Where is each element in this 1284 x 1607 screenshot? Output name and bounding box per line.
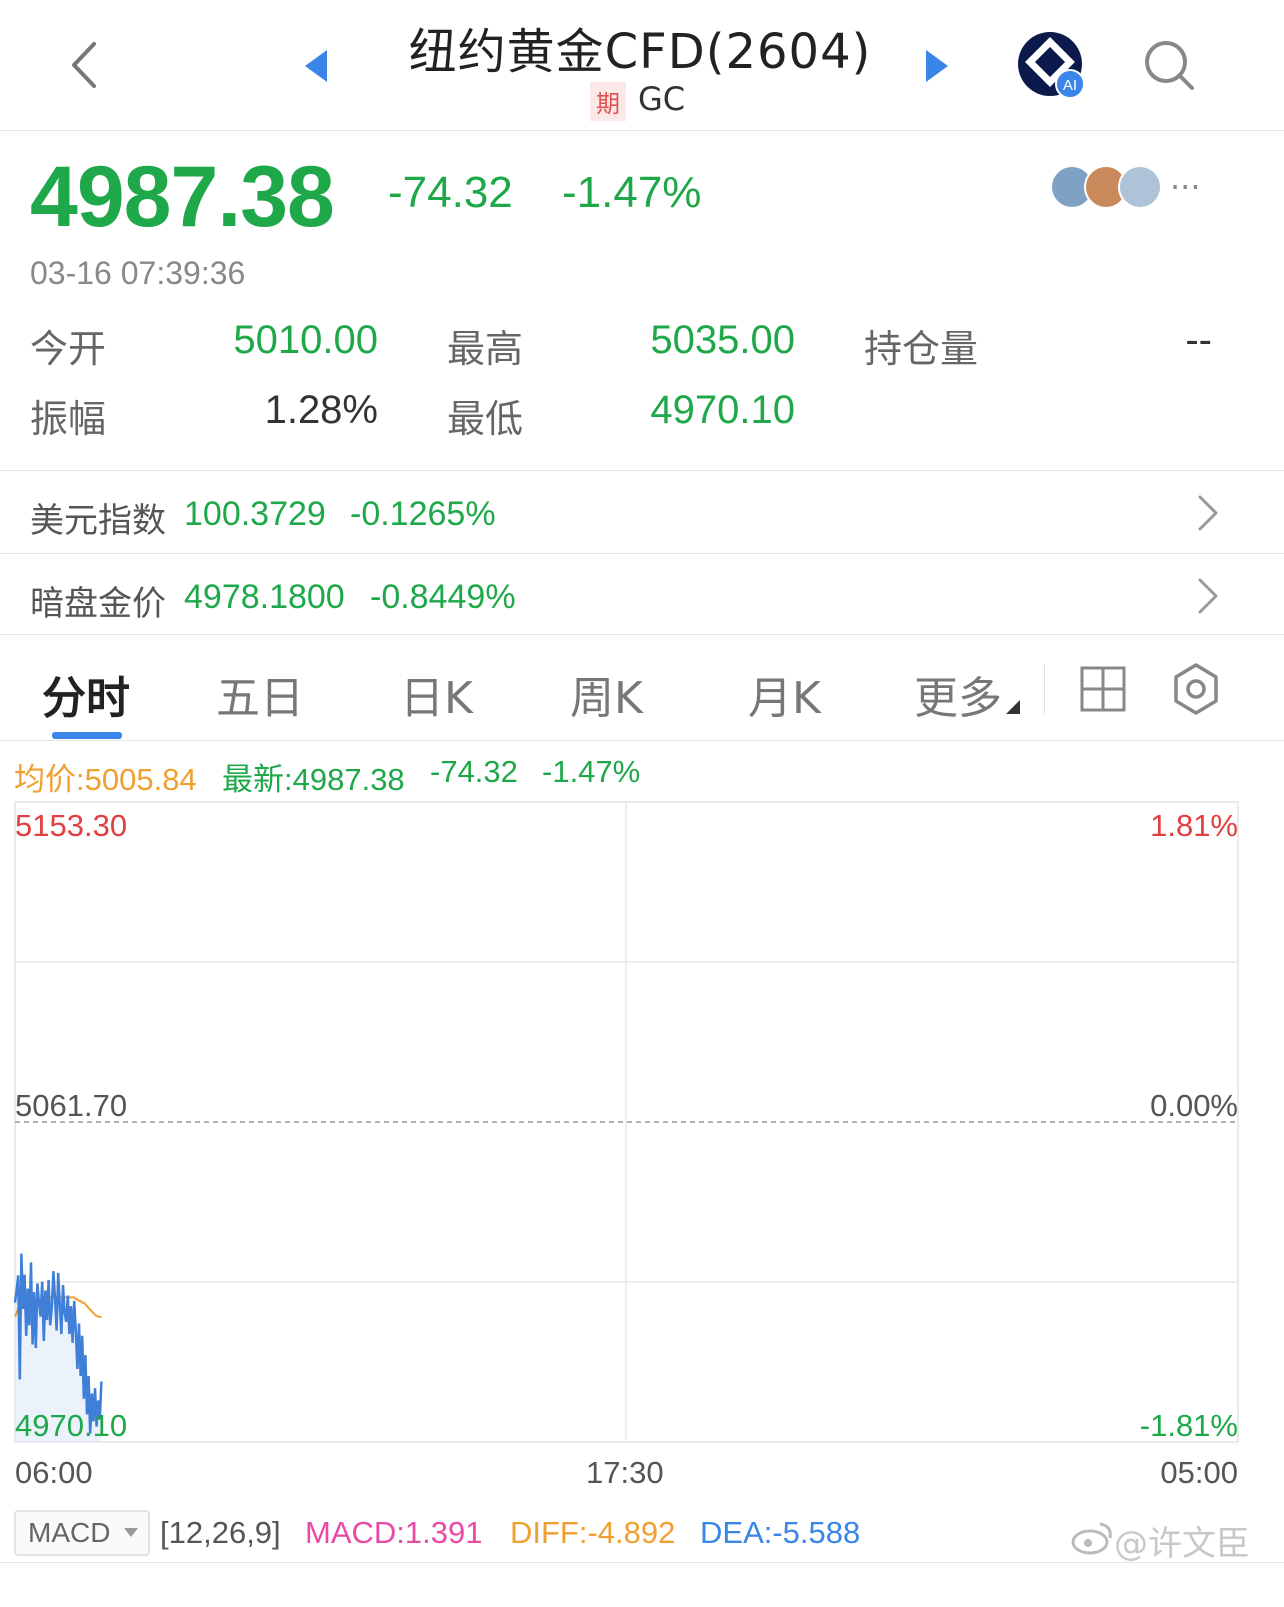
ai-badge-text: AI xyxy=(1063,77,1077,94)
tab-more[interactable]: 更多 xyxy=(914,662,1002,726)
related-row-usd-index[interactable]: 美元指数 100.3729 -0.1265% xyxy=(0,471,1284,553)
amplitude-value: 1.28% xyxy=(264,388,378,432)
open-interest-value: -- xyxy=(1185,318,1212,362)
chevron-right-icon xyxy=(1198,578,1218,614)
amplitude-label: 振幅 xyxy=(30,397,107,441)
avatar xyxy=(1118,165,1162,209)
high-label: 最高 xyxy=(447,327,524,371)
avg-price-legend: 均价:5005.84 xyxy=(14,762,197,797)
high-value: 5035.00 xyxy=(650,318,795,362)
related-label: 暗盘金价 xyxy=(30,584,166,624)
watermark-text: @许文臣 xyxy=(1114,1524,1250,1564)
symbol-label: GC xyxy=(638,80,686,118)
price-change: -74.32 xyxy=(388,168,513,217)
dropdown-corner-icon xyxy=(1006,700,1020,714)
tab-intraday[interactable]: 分时 xyxy=(42,662,130,726)
active-tab-indicator xyxy=(52,732,122,739)
app-header: 纽约黄金CFD(2604) 期 GC AI xyxy=(0,0,1284,131)
quote-timestamp: 03-16 07:39:36 xyxy=(30,255,246,291)
price-change-percent: -1.47% xyxy=(562,168,702,217)
open-value: 5010.00 xyxy=(233,318,378,362)
y-axis-mid: 5061.70 xyxy=(15,1088,128,1123)
divider xyxy=(0,740,1284,741)
x-axis-mid: 17:30 xyxy=(586,1455,664,1490)
pct-axis-min: -1.81% xyxy=(1139,1408,1238,1443)
divider xyxy=(0,634,1284,635)
pct-axis-mid: 0.00% xyxy=(1150,1088,1238,1123)
x-axis-end: 05:00 xyxy=(1160,1455,1238,1490)
futures-badge: 期 xyxy=(590,81,626,121)
open-label: 今开 xyxy=(30,327,107,371)
chevron-down-icon xyxy=(124,1528,138,1537)
macd-value: MACD:1.391 xyxy=(305,1515,483,1550)
community-avatars[interactable] xyxy=(1050,165,1170,211)
related-percent: -0.1265% xyxy=(350,495,496,533)
last-price: 4987.38 xyxy=(30,149,335,245)
related-value: 100.3729 xyxy=(184,495,326,533)
latest-price-legend: 最新:4987.38 xyxy=(222,762,405,797)
next-instrument-icon[interactable] xyxy=(922,48,950,84)
dea-value: DEA:-5.588 xyxy=(700,1515,861,1550)
ai-assistant-icon[interactable]: AI xyxy=(1016,30,1088,102)
related-value: 4978.1800 xyxy=(184,578,345,616)
tab-monthly-k[interactable]: 月K xyxy=(748,662,821,726)
instrument-code: 期 GC xyxy=(590,80,685,121)
search-icon[interactable] xyxy=(1142,38,1198,94)
grid-layout-icon[interactable] xyxy=(1078,664,1128,714)
chevron-right-icon xyxy=(1198,495,1218,531)
diff-value: DIFF:-4.892 xyxy=(510,1515,676,1550)
weibo-logo-icon xyxy=(1071,1522,1112,1555)
settings-icon[interactable] xyxy=(1170,662,1222,716)
macd-params: [12,26,9] xyxy=(160,1515,281,1550)
percent-legend: -1.47% xyxy=(542,754,641,789)
related-row-dark-gold[interactable]: 暗盘金价 4978.1800 -0.8449% xyxy=(0,554,1284,634)
related-label: 美元指数 xyxy=(30,501,166,541)
tab-five-day[interactable]: 五日 xyxy=(216,662,304,726)
open-interest-label: 持仓量 xyxy=(864,327,979,371)
x-axis-start: 06:00 xyxy=(15,1455,93,1490)
tab-daily-k[interactable]: 日K xyxy=(400,662,473,726)
intraday-chart[interactable] xyxy=(0,800,1284,1450)
tab-weekly-k[interactable]: 周K xyxy=(570,662,643,726)
low-label: 最低 xyxy=(447,397,524,441)
back-icon[interactable] xyxy=(68,40,100,90)
pct-axis-max: 1.81% xyxy=(1150,808,1238,843)
indicator-label: MACD xyxy=(28,1517,111,1548)
y-axis-min: 4970.10 xyxy=(15,1408,128,1443)
change-legend: -74.32 xyxy=(430,754,518,789)
divider xyxy=(1044,664,1045,714)
y-axis-max: 5153.30 xyxy=(15,808,128,843)
more-options-icon[interactable]: ··· xyxy=(1170,168,1201,206)
related-percent: -0.8449% xyxy=(370,578,516,616)
divider xyxy=(0,1562,1284,1563)
low-value: 4970.10 xyxy=(650,388,795,432)
page-title: 纽约黄金CFD(2604) xyxy=(408,24,872,80)
indicator-selector[interactable]: MACD xyxy=(14,1510,150,1556)
